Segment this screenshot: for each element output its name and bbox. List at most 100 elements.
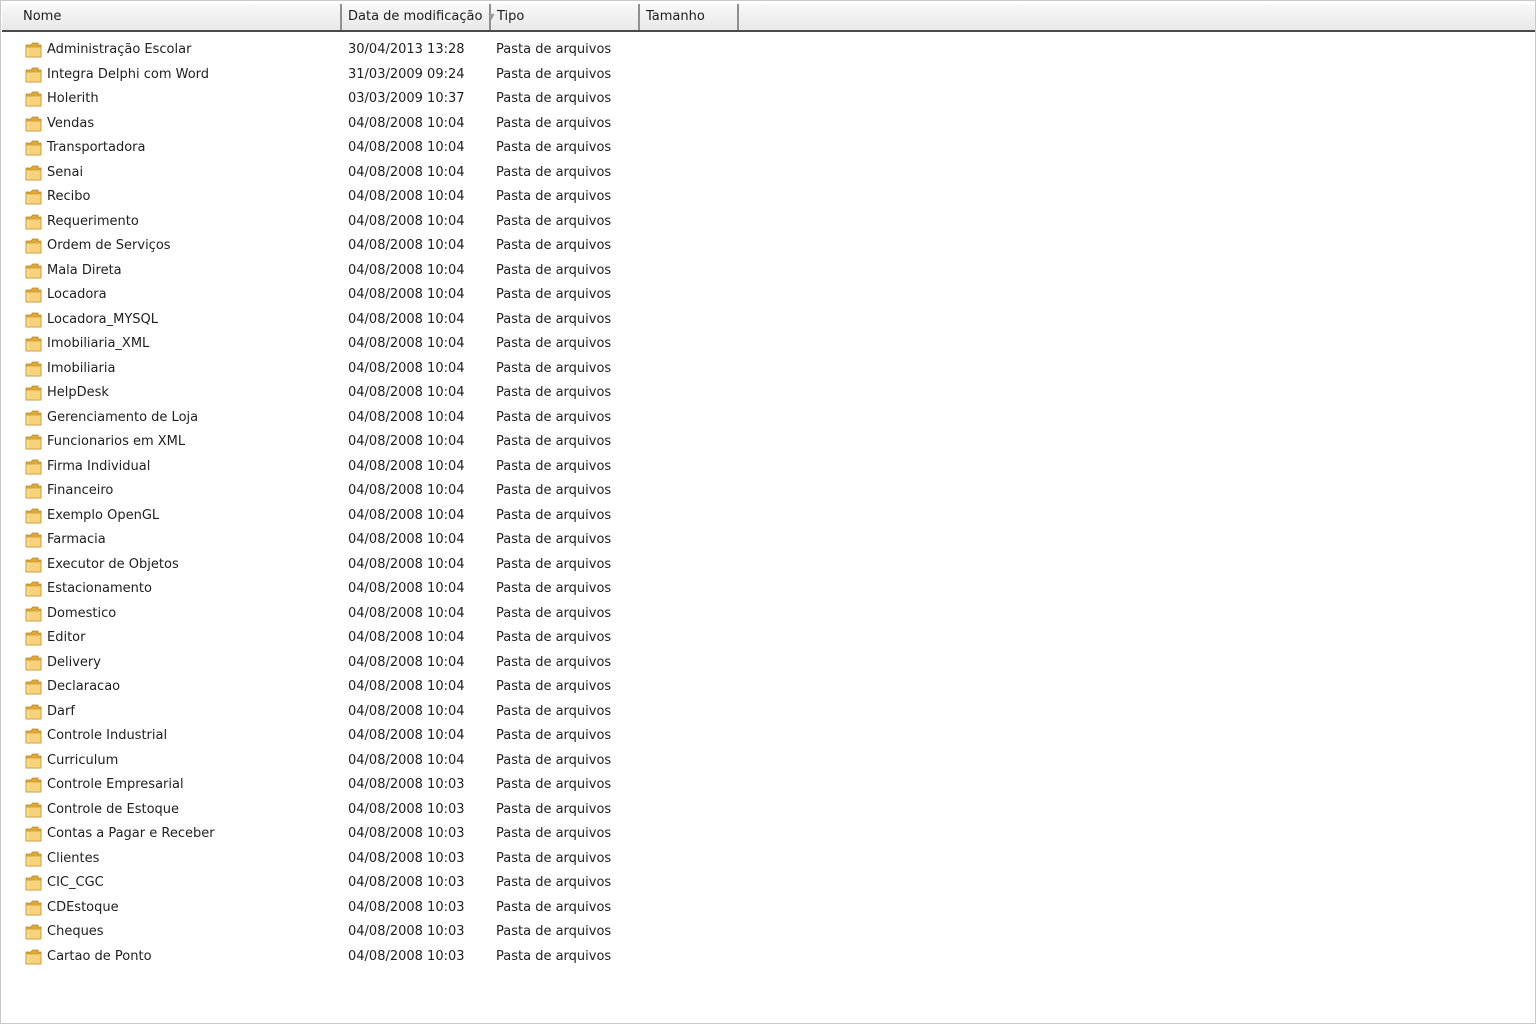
file-name[interactable]: Requerimento <box>47 210 139 234</box>
list-item[interactable]: Editor 04/08/2008 10:04 Pasta de arquivos <box>1 626 1535 651</box>
list-item[interactable]: Vendas 04/08/2008 10:04 Pasta de arquivos <box>1 112 1535 137</box>
file-name[interactable]: CIC_CGC <box>47 871 104 895</box>
file-name[interactable]: Imobiliaria_XML <box>47 332 149 356</box>
folder-icon <box>25 630 43 646</box>
list-item[interactable]: Darf 04/08/2008 10:04 Pasta de arquivos <box>1 700 1535 725</box>
list-item[interactable]: Recibo 04/08/2008 10:04 Pasta de arquivos <box>1 185 1535 210</box>
folder-icon <box>25 924 43 940</box>
file-type: Pasta de arquivos <box>496 42 612 57</box>
file-name[interactable]: Funcionarios em XML <box>47 430 185 454</box>
file-name[interactable]: Executor de Objetos <box>47 553 179 577</box>
list-item[interactable]: Controle de Estoque 04/08/2008 10:03 Pasta… <box>1 798 1535 823</box>
column-header-type[interactable]: Tipo <box>491 4 640 30</box>
file-name[interactable]: Financeiro <box>47 479 113 503</box>
list-item[interactable]: Transportadora 04/08/2008 10:04 Pasta de a… <box>1 136 1535 161</box>
file-name[interactable]: Gerenciamento de Loja <box>47 406 198 430</box>
file-type: Pasta de arquivos <box>496 115 612 131</box>
list-item[interactable]: Financeiro 04/08/2008 10:04 Pasta de arqui… <box>1 479 1535 504</box>
list-item[interactable]: Cheques 04/08/2008 10:03 Pasta de arquivos <box>1 920 1535 945</box>
file-name[interactable]: Editor <box>47 626 85 650</box>
list-item[interactable]: Requerimento 04/08/2008 10:04 Pasta de arq… <box>1 210 1535 235</box>
file-name[interactable]: Transportadora <box>47 136 145 160</box>
list-item[interactable]: Locadora 04/08/2008 10:04 Pasta de arquivo… <box>1 283 1535 308</box>
file-name[interactable]: Recibo <box>47 185 90 209</box>
file-name[interactable]: Firma Individual <box>47 455 150 479</box>
list-item[interactable]: Administração Escolar 30/04/2013 13:28 Pas… <box>1 38 1535 63</box>
list-item[interactable]: Curriculum 04/08/2008 10:04 Pasta de arqui… <box>1 749 1535 774</box>
list-item[interactable]: Locadora_MYSQL 04/08/2008 10:04 Pasta de a… <box>1 308 1535 333</box>
file-name[interactable]: Holerith <box>47 87 99 111</box>
column-header-name[interactable]: Nome <box>2 4 342 30</box>
file-date: 04/08/2008 10:03 <box>348 924 465 939</box>
list-item[interactable]: Integra Delphi com Word 31/03/2009 09:24 P… <box>1 63 1535 88</box>
list-item[interactable]: CDEstoque 04/08/2008 10:03 Pasta de arquiv… <box>1 896 1535 921</box>
file-name[interactable]: Administração Escolar <box>47 38 191 62</box>
folder-icon <box>25 581 43 597</box>
file-name[interactable]: Estacionamento <box>47 577 152 601</box>
list-item[interactable]: CIC_CGC 04/08/2008 10:03 Pasta de arquivos <box>1 871 1535 896</box>
list-item[interactable]: Gerenciamento de Loja 04/08/2008 10:04 Pas… <box>1 406 1535 431</box>
file-name[interactable]: Declaracao <box>47 675 120 699</box>
file-name[interactable]: Contas a Pagar e Receber <box>47 822 215 846</box>
file-list: Administração Escolar 30/04/2013 13:28 Pas… <box>1 38 1535 969</box>
file-name[interactable]: Exemplo OpenGL <box>47 504 159 528</box>
list-item[interactable]: Farmacia 04/08/2008 10:04 Pasta de arquivo… <box>1 528 1535 553</box>
folder-icon <box>25 826 43 842</box>
file-name[interactable]: Cheques <box>47 920 104 944</box>
list-item[interactable]: Domestico 04/08/2008 10:04 Pasta de arquiv… <box>1 602 1535 627</box>
file-name[interactable]: Darf <box>47 700 75 724</box>
list-item[interactable]: Senai 04/08/2008 10:04 Pasta de arquivos <box>1 161 1535 186</box>
file-name[interactable]: Domestico <box>47 602 116 626</box>
file-date: 04/08/2008 10:04 <box>348 409 465 425</box>
file-name[interactable]: Integra Delphi com Word <box>47 63 209 87</box>
list-item[interactable]: Declaracao 04/08/2008 10:04 Pasta de arqui… <box>1 675 1535 700</box>
list-item[interactable]: Funcionarios em XML 04/08/2008 10:04 Pasta… <box>1 430 1535 455</box>
list-item[interactable]: Firma Individual 04/08/2008 10:04 Pasta de… <box>1 455 1535 480</box>
file-name[interactable]: Vendas <box>47 112 94 136</box>
column-header-date[interactable]: Data de modificação ▼ <box>342 4 495 30</box>
file-name[interactable]: Curriculum <box>47 749 118 773</box>
file-type: Pasta de arquivos <box>496 924 612 939</box>
file-type: Pasta de arquivos <box>496 801 612 817</box>
list-item[interactable]: Controle Industrial 04/08/2008 10:04 Pasta… <box>1 724 1535 749</box>
file-date: 04/08/2008 10:03 <box>348 899 465 915</box>
column-header-size[interactable]: Tamanho <box>640 4 739 30</box>
file-type: Pasta de arquivos <box>496 385 612 400</box>
list-item[interactable]: Controle Empresarial 04/08/2008 10:03 Past… <box>1 773 1535 798</box>
column-header-bar: Nome Data de modificação ▼ Tipo Tamanho <box>2 4 1535 32</box>
list-item[interactable]: Contas a Pagar e Receber 04/08/2008 10:03… <box>1 822 1535 847</box>
list-item[interactable]: Estacionamento 04/08/2008 10:04 Pasta de a… <box>1 577 1535 602</box>
file-name[interactable]: CDEstoque <box>47 896 119 920</box>
list-item[interactable]: Delivery 04/08/2008 10:04 Pasta de arquivo… <box>1 651 1535 676</box>
list-item[interactable]: Imobiliaria 04/08/2008 10:04 Pasta de arqu… <box>1 357 1535 382</box>
file-type: Pasta de arquivos <box>496 777 612 792</box>
file-name[interactable]: Ordem de Serviços <box>47 234 171 258</box>
list-item[interactable]: Exemplo OpenGL 04/08/2008 10:04 Pasta de a… <box>1 504 1535 529</box>
list-item[interactable]: Imobiliaria_XML 04/08/2008 10:04 Pasta de … <box>1 332 1535 357</box>
folder-icon <box>25 508 43 524</box>
file-type: Pasta de arquivos <box>496 826 612 841</box>
file-name[interactable]: Mala Direta <box>47 259 122 283</box>
file-name[interactable]: Imobiliaria <box>47 357 115 381</box>
file-name[interactable]: Locadora <box>47 283 107 307</box>
folder-icon <box>25 777 43 793</box>
list-item[interactable]: Mala Direta 04/08/2008 10:04 Pasta de arqu… <box>1 259 1535 284</box>
file-name[interactable]: Cartao de Ponto <box>47 945 152 969</box>
file-name[interactable]: Controle Industrial <box>47 724 167 748</box>
list-item[interactable]: HelpDesk 04/08/2008 10:04 Pasta de arquivo… <box>1 381 1535 406</box>
list-item[interactable]: Ordem de Serviços 04/08/2008 10:04 Pasta d… <box>1 234 1535 259</box>
file-name[interactable]: Senai <box>47 161 83 185</box>
folder-icon <box>25 606 43 622</box>
file-name[interactable]: Delivery <box>47 651 101 675</box>
file-name[interactable]: Locadora_MYSQL <box>47 308 158 332</box>
list-item[interactable]: Executor de Objetos 04/08/2008 10:04 Pasta… <box>1 553 1535 578</box>
list-item[interactable]: Holerith 03/03/2009 10:37 Pasta de arquivo… <box>1 87 1535 112</box>
list-item[interactable]: Clientes 04/08/2008 10:03 Pasta de arquivo… <box>1 847 1535 872</box>
file-name[interactable]: Farmacia <box>47 528 106 552</box>
file-name[interactable]: Clientes <box>47 847 99 871</box>
folder-icon <box>25 900 43 916</box>
file-name[interactable]: HelpDesk <box>47 381 109 405</box>
list-item[interactable]: Cartao de Ponto 04/08/2008 10:03 Pasta de … <box>1 945 1535 970</box>
file-name[interactable]: Controle Empresarial <box>47 773 184 797</box>
file-name[interactable]: Controle de Estoque <box>47 798 179 822</box>
